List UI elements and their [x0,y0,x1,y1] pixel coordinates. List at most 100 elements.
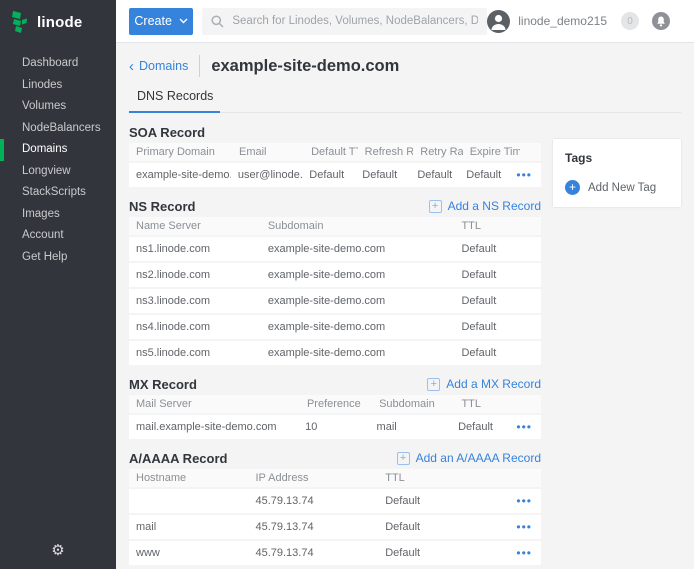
table-cell: Default [302,169,355,181]
create-button[interactable]: Create [129,8,193,35]
table-cell: mail.example-site-demo.com [129,421,298,433]
table-cell: user@linode.com [231,169,302,181]
section-title: NS Record [129,199,195,214]
add-record-label: Add an A/AAAA Record [416,451,541,465]
more-menu-button[interactable]: ••• [516,421,541,433]
column-header: Refresh Rate [358,146,414,158]
sidebar: linode Dashboard Linodes Volumes NodeBal… [0,0,116,569]
table-row: 45.79.13.74Default ••• [129,489,541,513]
column-header: TTL [454,220,541,232]
table-cell: ns1.linode.com [129,243,261,255]
add-mx-record-link[interactable]: +Add a MX Record [427,377,541,391]
section-title: MX Record [129,377,197,392]
table-row: mail45.79.13.74Default••• [129,515,541,539]
column-header: Email [232,146,304,158]
notifications-bell-button[interactable] [652,12,670,30]
user-area: linode_demo215 0 [487,10,694,33]
table-row: ns5.linode.comexample-site-demo.comDefau… [129,341,541,365]
search-box [202,8,487,35]
linode-logo-icon [11,10,30,34]
column-header: Mail Server [129,398,300,410]
table-cell: Default [378,495,500,507]
table-header-row: Primary DomainEmailDefault TTLRefresh Ra… [129,143,541,161]
more-menu-button[interactable]: ••• [516,495,541,507]
sidebar-item-images[interactable]: Images [0,204,116,226]
record-sections: SOA RecordPrimary DomainEmailDefault TTL… [129,122,541,569]
sidebar-item-account[interactable]: Account [0,225,116,247]
add-plus-icon: + [397,452,410,465]
table-row: ns2.linode.comexample-site-demo.comDefau… [129,263,541,287]
table-cell: Default [451,421,516,433]
records-table: Primary DomainEmailDefault TTLRefresh Ra… [129,143,541,187]
avatar[interactable] [487,10,510,33]
column-header: Hostname [129,472,248,484]
add-a-aaaa-record-link[interactable]: + Add an A/AAAA Record [397,451,541,465]
table-cell: 45.79.13.74 [248,521,378,533]
section-ns: NS Record +Add a NS Record Name ServerSubd… [129,196,541,365]
page-title: example-site-demo.com [211,57,399,76]
tags-column: Tags + Add New Tag [553,122,681,569]
column-header: TTL [454,398,520,410]
breadcrumb-divider [199,55,200,77]
records-table: Name ServerSubdomainTTLns1.linode.comexa… [129,217,541,365]
table-row: ns1.linode.comexample-site-demo.comDefau… [129,237,541,261]
username[interactable]: linode_demo215 [518,14,607,28]
table-cell: Default [454,295,541,307]
table-cell: Default [454,243,541,255]
top-bar: Create linode_demo215 0 [116,0,694,43]
sidebar-item-stackscripts[interactable]: StackScripts [0,182,116,204]
settings-gear-icon[interactable]: ⚙ [0,541,116,559]
more-menu-button[interactable]: ••• [516,169,541,181]
user-icon [487,10,510,33]
content-columns: SOA RecordPrimary DomainEmailDefault TTL… [116,113,694,569]
breadcrumb: ‹ Domains example-site-demo.com [116,53,694,79]
bell-icon [656,16,666,27]
search-icon [211,15,224,28]
column-header: Name Server [129,220,261,232]
table-header-row: HostnameIP AddressTTL [129,469,541,487]
sidebar-item-volumes[interactable]: Volumes [0,96,116,118]
column-header: Retry Rate [413,146,462,158]
table-cell: example-site-demo.com [261,269,455,281]
table-cell: Default [454,347,541,359]
table-header-row: Name ServerSubdomainTTL [129,217,541,235]
table-cell: 10 [298,421,369,433]
table-row: ns4.linode.comexample-site-demo.comDefau… [129,315,541,339]
main-content: ‹ Domains example-site-demo.com DNS Reco… [116,0,694,569]
create-button-label: Create [134,14,172,28]
add-new-tag-button[interactable]: + Add New Tag [565,180,669,195]
chevron-down-icon [179,18,188,24]
column-header: Subdomain [372,398,454,410]
sidebar-item-get-help[interactable]: Get Help [0,247,116,269]
table-cell: ns2.linode.com [129,269,261,281]
breadcrumb-back-link[interactable]: ‹ Domains [129,59,188,74]
add-tag-plus-icon: + [565,180,580,195]
sidebar-item-nodebalancers[interactable]: NodeBalancers [0,118,116,140]
notification-count-badge[interactable]: 0 [621,12,639,30]
table-cell: 45.79.13.74 [248,495,378,507]
sidebar-item-longview[interactable]: Longview [0,161,116,183]
add-ns-record-link[interactable]: +Add a NS Record [429,199,541,213]
more-menu-button[interactable]: ••• [516,521,541,533]
linode-logo[interactable]: linode [0,0,116,44]
search-input[interactable] [232,15,478,27]
sidebar-item-linodes[interactable]: Linodes [0,75,116,97]
tab-dns-records[interactable]: DNS Records [129,85,220,113]
add-plus-icon: + [429,200,442,213]
sidebar-item-dashboard[interactable]: Dashboard [0,53,116,75]
section-mx: MX Record+Add a MX RecordMail ServerPref… [129,374,541,439]
more-menu-button[interactable]: ••• [516,547,541,559]
table-cell: Default [378,547,500,559]
add-tag-label: Add New Tag [588,182,656,194]
sidebar-item-domains[interactable]: Domains [0,139,116,161]
section-title: A/AAAA Record [129,451,227,466]
table-row: mail.example-site-demo.com10mailDefault•… [129,415,541,439]
table-cell: mail [129,521,248,533]
logo-text: linode [37,14,82,31]
table-row: example-site-demo.comuser@linode.comDefa… [129,163,541,187]
sidebar-nav: Dashboard Linodes Volumes NodeBalancers … [0,44,116,268]
table-cell: example-site-demo.com [129,169,231,181]
section-header: SOA Record [129,122,541,142]
table-cell: Default [454,321,541,333]
table-cell: example-site-demo.com [261,347,455,359]
